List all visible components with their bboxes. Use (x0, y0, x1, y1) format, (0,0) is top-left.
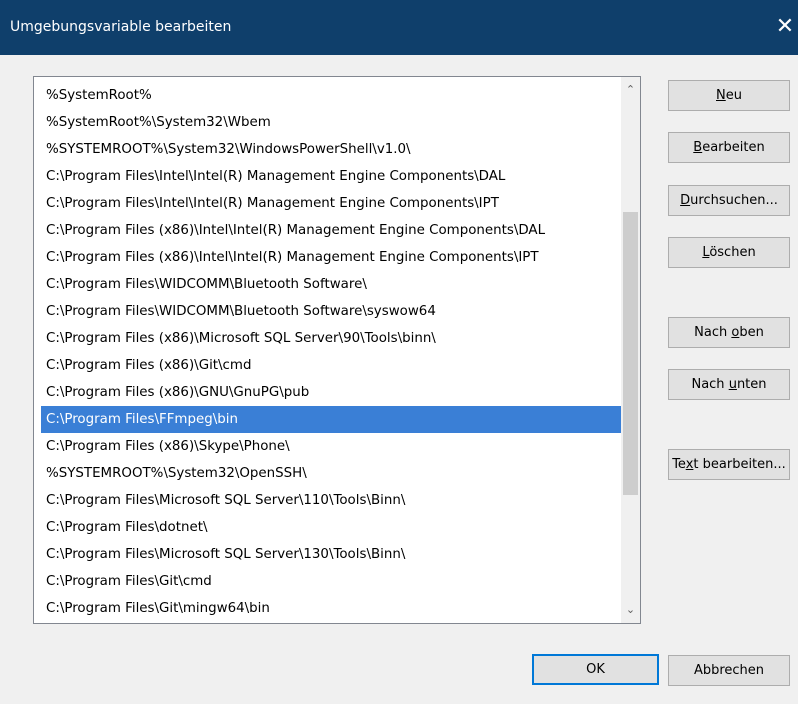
vertical-scrollbar[interactable]: ⌃ ⌄ (621, 77, 640, 623)
move-up-button[interactable]: Nach oben (668, 317, 790, 348)
move-up-label-after: ben (739, 325, 764, 340)
list-item[interactable]: C:\Program Files\Git\mingw64\bin (41, 595, 621, 622)
window-title: Umgebungsvariable bearbeiten (10, 19, 232, 35)
delete-button[interactable]: Löschen (668, 237, 790, 268)
delete-label-after: öschen (709, 245, 756, 260)
list-item[interactable]: C:\Program Files (x86)\Intel\Intel(R) Ma… (41, 217, 621, 244)
list-item[interactable]: C:\Program Files\Intel\Intel(R) Manageme… (41, 163, 621, 190)
list-item[interactable]: C:\Program Files\dotnet\ (41, 514, 621, 541)
list-item[interactable]: C:\Program Files (x86)\Skype\Phone\ (41, 433, 621, 460)
list-item[interactable]: C:\Program Files\Git\usr\bin (41, 622, 621, 623)
list-item[interactable]: C:\Program Files (x86)\Intel\Intel(R) Ma… (41, 244, 621, 271)
list-item[interactable]: %SYSTEMROOT%\System32\OpenSSH\ (41, 460, 621, 487)
scroll-up-icon[interactable]: ⌃ (621, 81, 640, 99)
title-bar: Umgebungsvariable bearbeiten ✕ (0, 0, 798, 55)
list-item[interactable]: C:\Program Files\Microsoft SQL Server\13… (41, 541, 621, 568)
edit-label-after: earbeiten (702, 140, 765, 155)
list-item[interactable]: C:\Program Files\Git\cmd (41, 568, 621, 595)
cancel-button[interactable]: Abbrechen (668, 655, 790, 686)
browse-label-after: urchsuchen... (690, 193, 778, 208)
list-item[interactable]: C:\Program Files (x86)\GNU\GnuPG\pub (41, 379, 621, 406)
edit-text-button[interactable]: Text bearbeiten... (668, 449, 790, 480)
path-list-items: %SystemRoot% %SystemRoot%\System32\Wbem %S… (41, 82, 621, 623)
browse-accel-key: D (680, 193, 691, 208)
move-down-label-after: nten (736, 377, 767, 392)
list-item[interactable]: C:\Program Files (x86)\Git\cmd (41, 352, 621, 379)
path-list[interactable]: %SystemRoot% %SystemRoot%\System32\Wbem %S… (33, 76, 641, 624)
list-item[interactable]: C:\Program Files\WIDCOMM\Bluetooth Softw… (41, 271, 621, 298)
scroll-down-icon[interactable]: ⌄ (621, 601, 640, 619)
list-item[interactable]: %SystemRoot%\System32\Wbem (41, 109, 621, 136)
new-accel-key: N (716, 88, 726, 103)
list-item[interactable]: C:\Program Files\WIDCOMM\Bluetooth Softw… (41, 298, 621, 325)
list-item[interactable]: C:\Program Files\Microsoft SQL Server\11… (41, 487, 621, 514)
scroll-thumb[interactable] (623, 212, 638, 495)
list-item[interactable]: %SYSTEMROOT%\System32\WindowsPowerShell\… (41, 136, 621, 163)
list-item[interactable]: C:\Program Files (x86)\Microsoft SQL Ser… (41, 325, 621, 352)
ok-button[interactable]: OK (532, 654, 659, 685)
new-label-after: eu (725, 88, 742, 103)
edit-text-label-before: Te (672, 457, 686, 472)
list-item[interactable]: C:\Program Files\Intel\Intel(R) Manageme… (41, 190, 621, 217)
move-up-label-before: Nach (694, 325, 732, 340)
list-item-selected[interactable]: C:\Program Files\FFmpeg\bin (41, 406, 621, 433)
edit-text-label-after: t bearbeiten... (693, 457, 786, 472)
edit-accel-key: B (693, 140, 703, 155)
new-button[interactable]: Neu (668, 80, 790, 111)
browse-button[interactable]: Durchsuchen... (668, 185, 790, 216)
edit-button[interactable]: Bearbeiten (668, 132, 790, 163)
move-down-label-before: Nach (691, 377, 729, 392)
list-item[interactable]: %SystemRoot% (41, 82, 621, 109)
close-icon[interactable]: ✕ (772, 12, 798, 42)
move-down-accel-key: u (728, 377, 737, 392)
move-down-button[interactable]: Nach unten (668, 369, 790, 400)
